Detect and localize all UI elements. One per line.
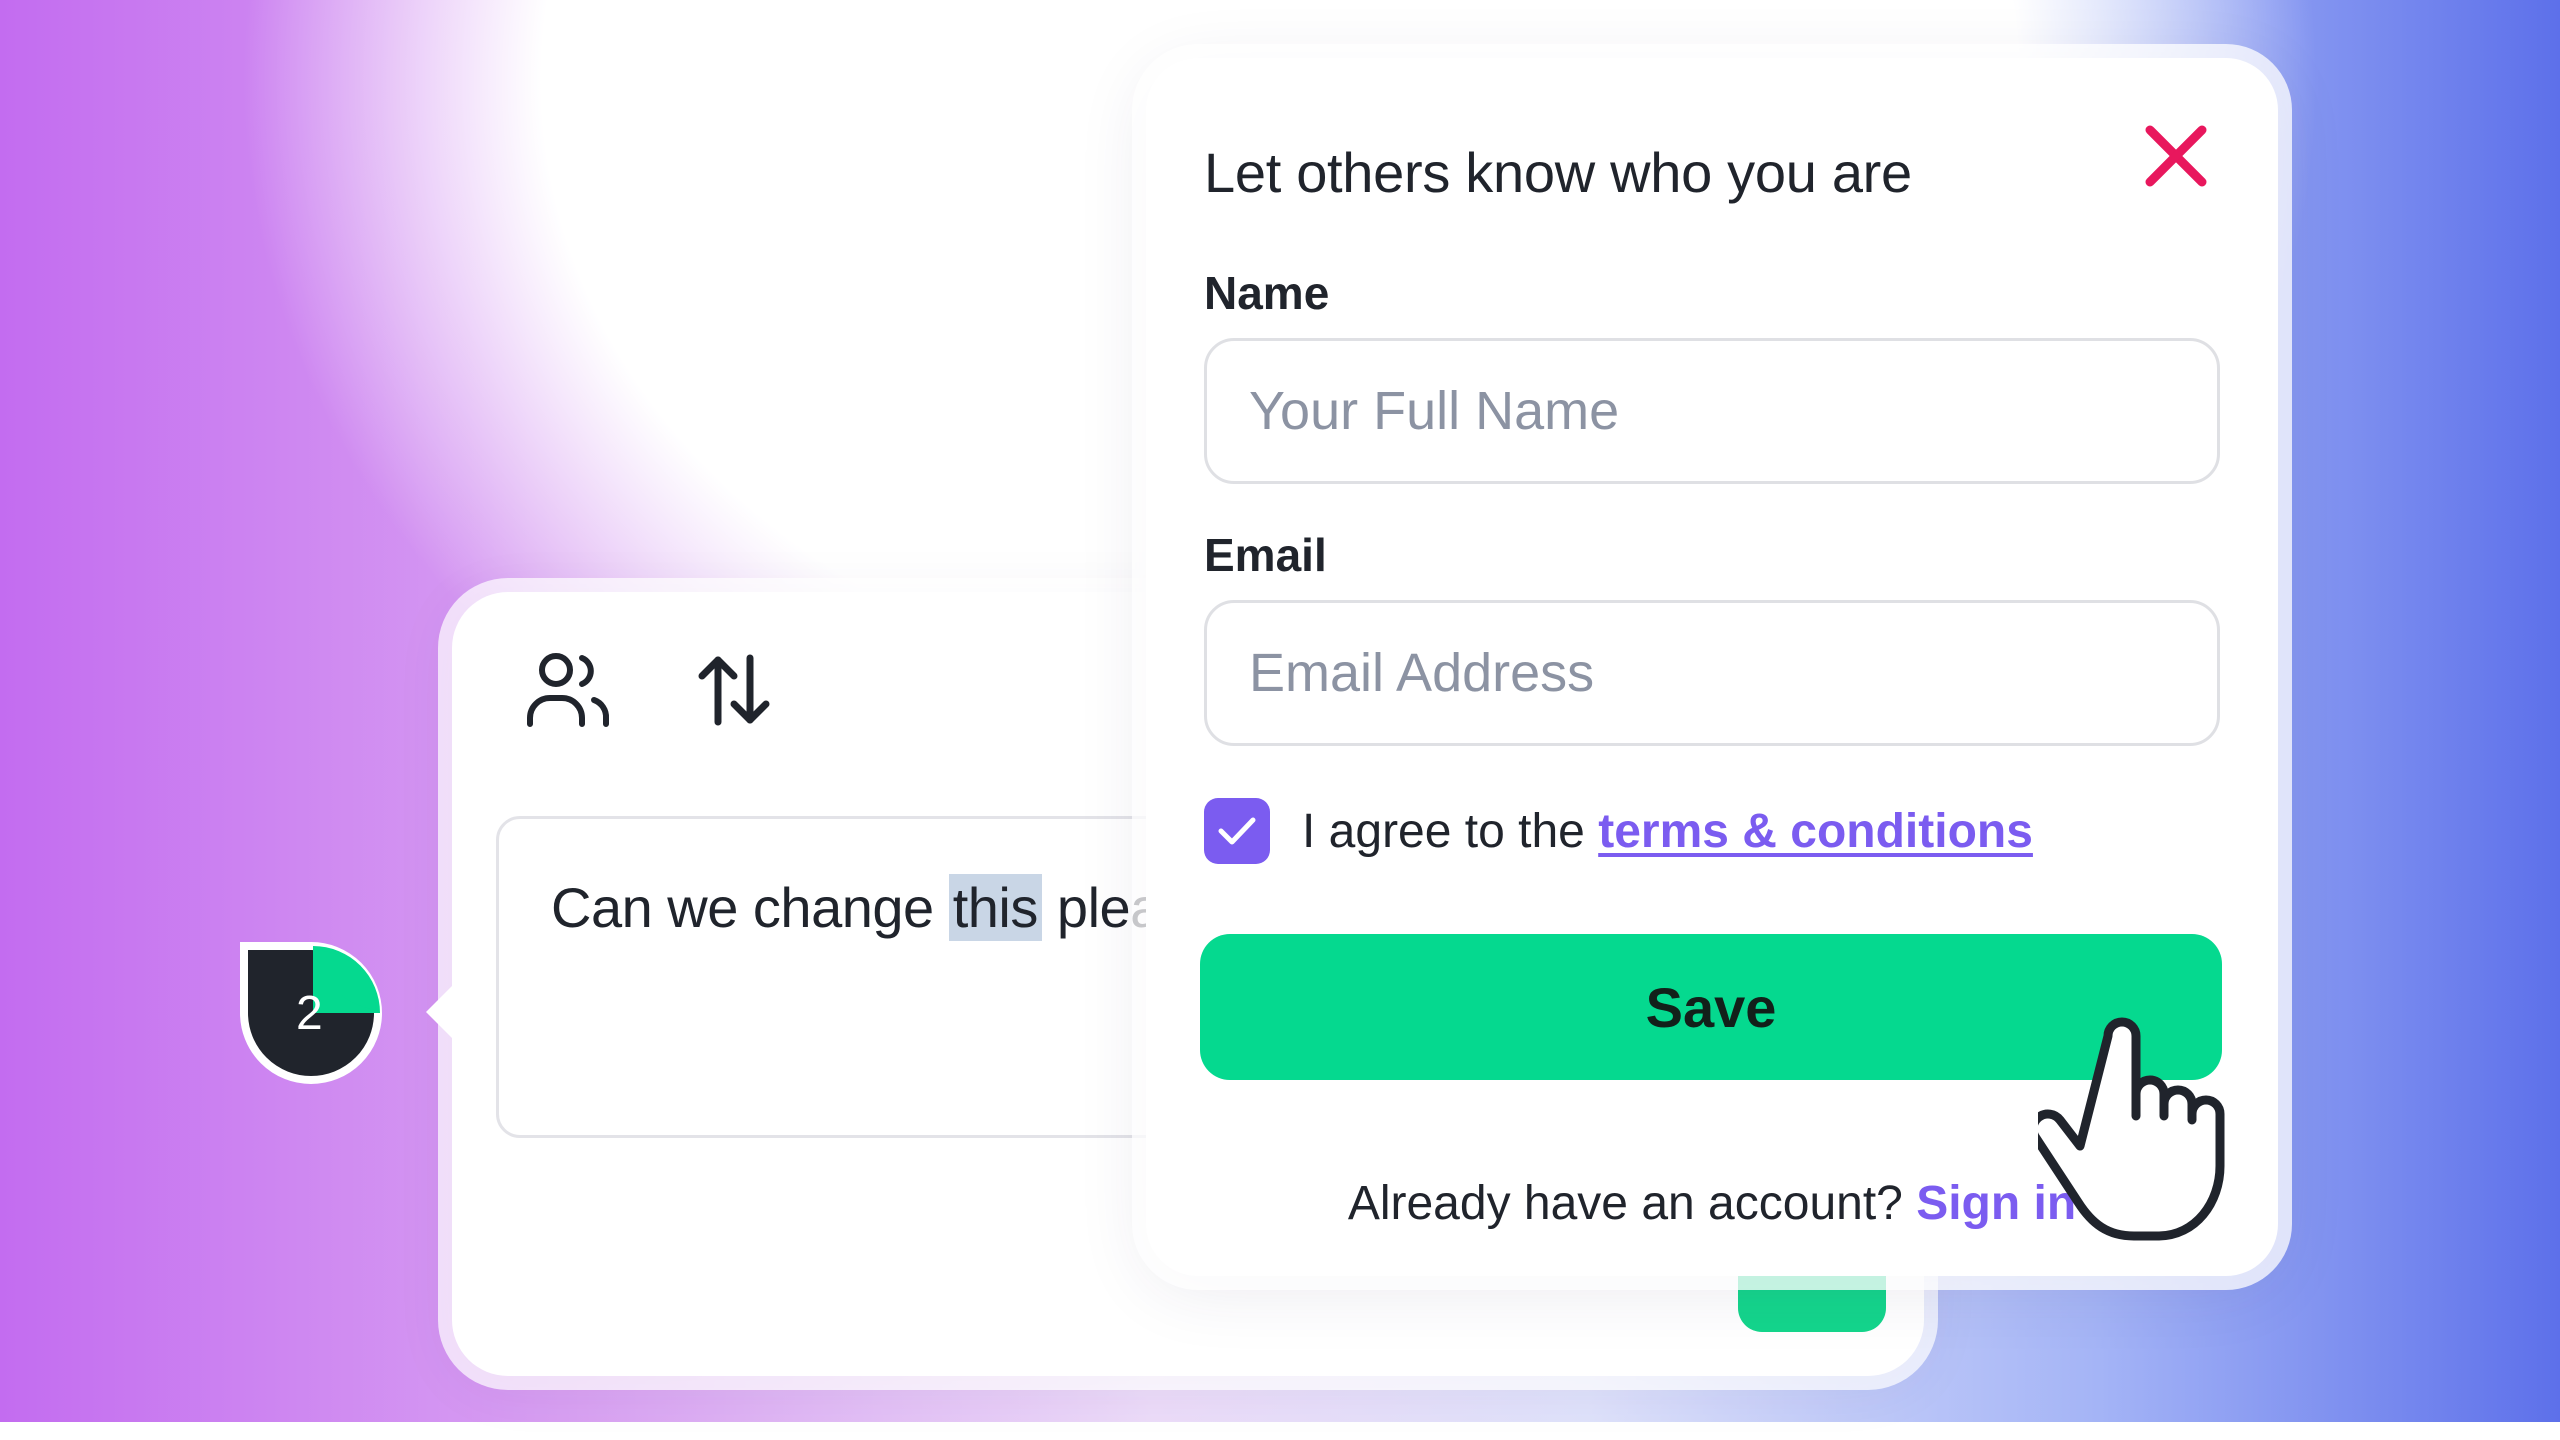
avatar[interactable]: 2: [236, 938, 386, 1088]
terms-link[interactable]: terms & conditions: [1598, 805, 2033, 858]
background-bottom-strip: [0, 1422, 2560, 1440]
avatar-pointer: [426, 986, 452, 1038]
name-input[interactable]: [1204, 338, 2220, 484]
name-label: Name: [1204, 267, 1330, 319]
modal-title: Let others know who you are: [1204, 141, 1912, 204]
terms-agreement: I agree to the terms & conditions: [1302, 805, 2033, 858]
sort-arrows-icon[interactable]: [688, 644, 780, 736]
comment-text: Can we change this pleas: [551, 874, 1189, 941]
email-label: Email: [1204, 529, 1327, 581]
email-input[interactable]: [1204, 600, 2220, 746]
highlighted-word: this: [948, 874, 1042, 941]
hand-pointer-cursor: [2028, 1006, 2238, 1246]
close-icon[interactable]: [2140, 120, 2212, 192]
users-icon[interactable]: [522, 644, 614, 736]
avatar-count: 2: [296, 987, 323, 1040]
terms-checkbox[interactable]: [1204, 798, 1270, 864]
check-icon: [1218, 817, 1256, 845]
